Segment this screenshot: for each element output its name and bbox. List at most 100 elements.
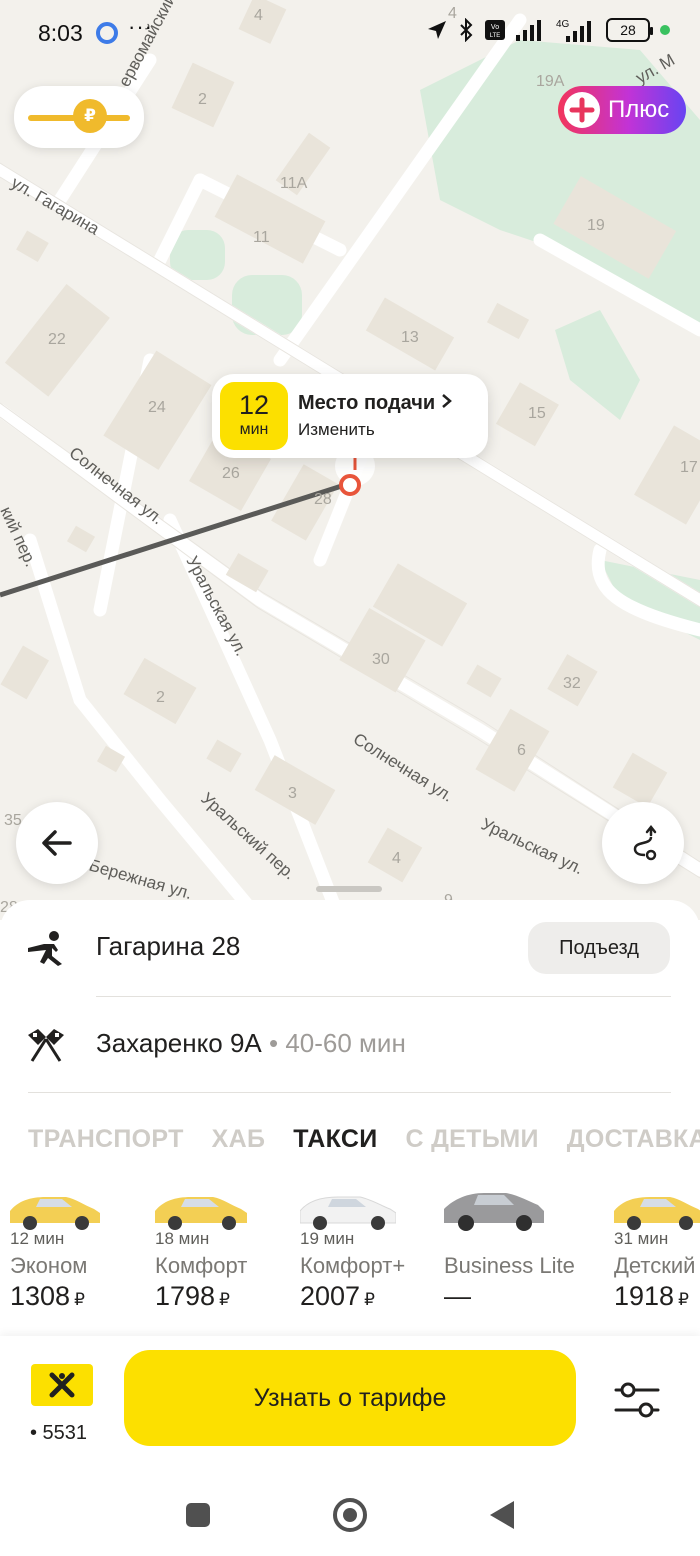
house-number: 30 (372, 651, 390, 668)
tariff-currency: ₽ (74, 1290, 85, 1309)
tariff-price-value: 1798 (155, 1281, 216, 1311)
tariff-card-econom[interactable]: 12 мин Эконом 1308 ₽ (10, 1185, 150, 1325)
payment-card-number[interactable]: • 5531 (30, 1422, 87, 1445)
tariff-price-value: — (444, 1281, 471, 1311)
tariff-time: 18 мин (155, 1229, 210, 1248)
street-label: Бережная ул. (87, 856, 194, 904)
location-arrow-icon (428, 21, 446, 39)
ruble-lightning-icon: ₽ (73, 99, 107, 133)
surge-pricing-widget[interactable]: ₽ (14, 86, 144, 148)
tariff-currency: ₽ (678, 1290, 689, 1309)
street-label: Уральская ул. (478, 814, 586, 878)
tariff-time: 19 мин (300, 1229, 355, 1248)
tariff-name: Комфорт (155, 1253, 248, 1278)
car-icon (155, 1197, 247, 1230)
house-number: 19 (587, 217, 605, 234)
tariff-time: 31 мин (614, 1229, 669, 1248)
house-number: 2 (156, 689, 165, 706)
home-button[interactable] (333, 1498, 367, 1532)
house-number: 3 (288, 785, 297, 802)
house-number: 15 (528, 405, 546, 422)
tariff-carousel[interactable]: 12 мин Эконом 1308 ₽ 18 мин Комфорт 1798 ₽… (0, 1185, 700, 1335)
tariff-card-business-lite[interactable]: Business Lite — (444, 1185, 594, 1325)
tariff-name: Эконом (10, 1253, 88, 1278)
plus-subscription-button[interactable]: Плюс (558, 86, 686, 134)
volte-text-top: Vo (491, 24, 499, 31)
tab-delivery[interactable]: ДОСТАВКА (567, 1125, 700, 1154)
signal-strength-icon (516, 20, 541, 41)
destination-line: Захаренко 9А • 40-60 мин (96, 1028, 406, 1059)
pickup-eta-unit: мин (239, 421, 269, 438)
tariff-card-kids[interactable]: 31 мин Детский 1918 ₽ (614, 1185, 700, 1325)
tariff-price-value: 2007 (300, 1281, 361, 1311)
plus-icon (564, 92, 600, 128)
car-icon (10, 1197, 100, 1230)
tariff-card-comfort[interactable]: 18 мин Комфорт 1798 ₽ (155, 1185, 295, 1325)
bank-logo-icon (49, 1372, 75, 1398)
house-number: 17 (680, 459, 698, 476)
tariff-price: 2007 ₽ (300, 1281, 375, 1312)
tab-transport[interactable]: ТРАНСПОРТ (28, 1125, 184, 1154)
house-number: 11А (280, 175, 308, 192)
tariff-name: Детский (614, 1253, 696, 1278)
notification-app-icon (96, 22, 118, 44)
payment-card-icon[interactable] (31, 1364, 93, 1406)
tariff-name: Комфорт+ (300, 1253, 406, 1278)
tariff-price-value: 1918 (614, 1281, 675, 1311)
street-label: ул. Гагарина (8, 173, 103, 239)
chevron-right-icon (441, 394, 452, 408)
arrow-left-icon (42, 830, 72, 856)
service-tabs: ТРАНСПОРТ ХАБ ТАКСИ С ДЕТЬМИ ДОСТАВКА (28, 1125, 700, 1154)
sheet-drag-handle[interactable] (316, 886, 382, 892)
house-number: 32 (563, 675, 581, 692)
tariff-name: Business Lite (444, 1253, 575, 1278)
house-number: 13 (401, 329, 419, 346)
tariff-price-value: 1308 (10, 1281, 71, 1311)
order-sheet: Гагарина 28 Подъезд Захаренко 9А • 40-60… (0, 900, 700, 1556)
tariff-card-comfort-plus[interactable]: 19 мин Комфорт+ 2007 ₽ (300, 1185, 440, 1325)
house-number: 4 (392, 850, 401, 867)
destination-address: Захаренко 9А (96, 1028, 262, 1058)
tariff-price: 1798 ₽ (155, 1281, 230, 1312)
street-label: Солнечная ул. (350, 729, 457, 805)
pickup-eta-badge: 12 мин (220, 382, 288, 450)
tariff-price: 1918 ₽ (614, 1281, 689, 1312)
bluetooth-icon (460, 18, 473, 42)
tariff-info-button[interactable]: Узнать о тарифе (124, 1350, 576, 1446)
car-icon (444, 1193, 544, 1231)
park-area (555, 310, 640, 420)
privacy-indicator-dot (660, 25, 670, 35)
entrance-button[interactable]: Подъезд (528, 922, 670, 974)
tariff-time: 12 мин (10, 1229, 65, 1248)
car-icon (614, 1197, 700, 1230)
tab-with-kids[interactable]: С ДЕТЬМИ (405, 1125, 538, 1154)
divider (28, 1092, 671, 1093)
back-button[interactable] (16, 802, 98, 884)
order-options-icon[interactable] (612, 1380, 662, 1420)
route-line (0, 481, 349, 598)
house-number: 19А (536, 73, 565, 90)
battery-icon: 28 (606, 18, 653, 42)
pickup-point-bubble[interactable]: 12 мин Место подачи Изменить (212, 374, 488, 458)
tariff-price: 1308 ₽ (10, 1281, 85, 1312)
pickup-change-link[interactable]: Изменить (298, 420, 375, 440)
car-icon (300, 1196, 396, 1230)
system-back-button[interactable] (490, 1501, 514, 1529)
pickup-address-row[interactable]: Гагарина 28 Подъезд (0, 900, 700, 996)
network-type-label: 4G (556, 19, 570, 30)
pickup-title-text: Место подачи (298, 392, 436, 414)
route-button[interactable] (602, 802, 684, 884)
destination-address-row[interactable]: Захаренко 9А • 40-60 мин (0, 997, 700, 1093)
status-time: 8:03 (38, 20, 83, 46)
recent-apps-button[interactable] (186, 1503, 210, 1527)
house-number: 22 (48, 331, 66, 348)
pickup-title: Место подачи (298, 392, 453, 415)
signal-4g-icon: 4G (556, 19, 591, 42)
house-number: 26 (222, 465, 240, 482)
person-waving-icon (28, 931, 62, 966)
tab-taxi[interactable]: ТАКСИ (293, 1125, 377, 1154)
tab-hub[interactable]: ХАБ (212, 1125, 266, 1154)
house-number: 6 (517, 742, 526, 759)
finish-flags-icon (28, 1029, 64, 1062)
volte-icon: Vo LTE (485, 20, 505, 40)
